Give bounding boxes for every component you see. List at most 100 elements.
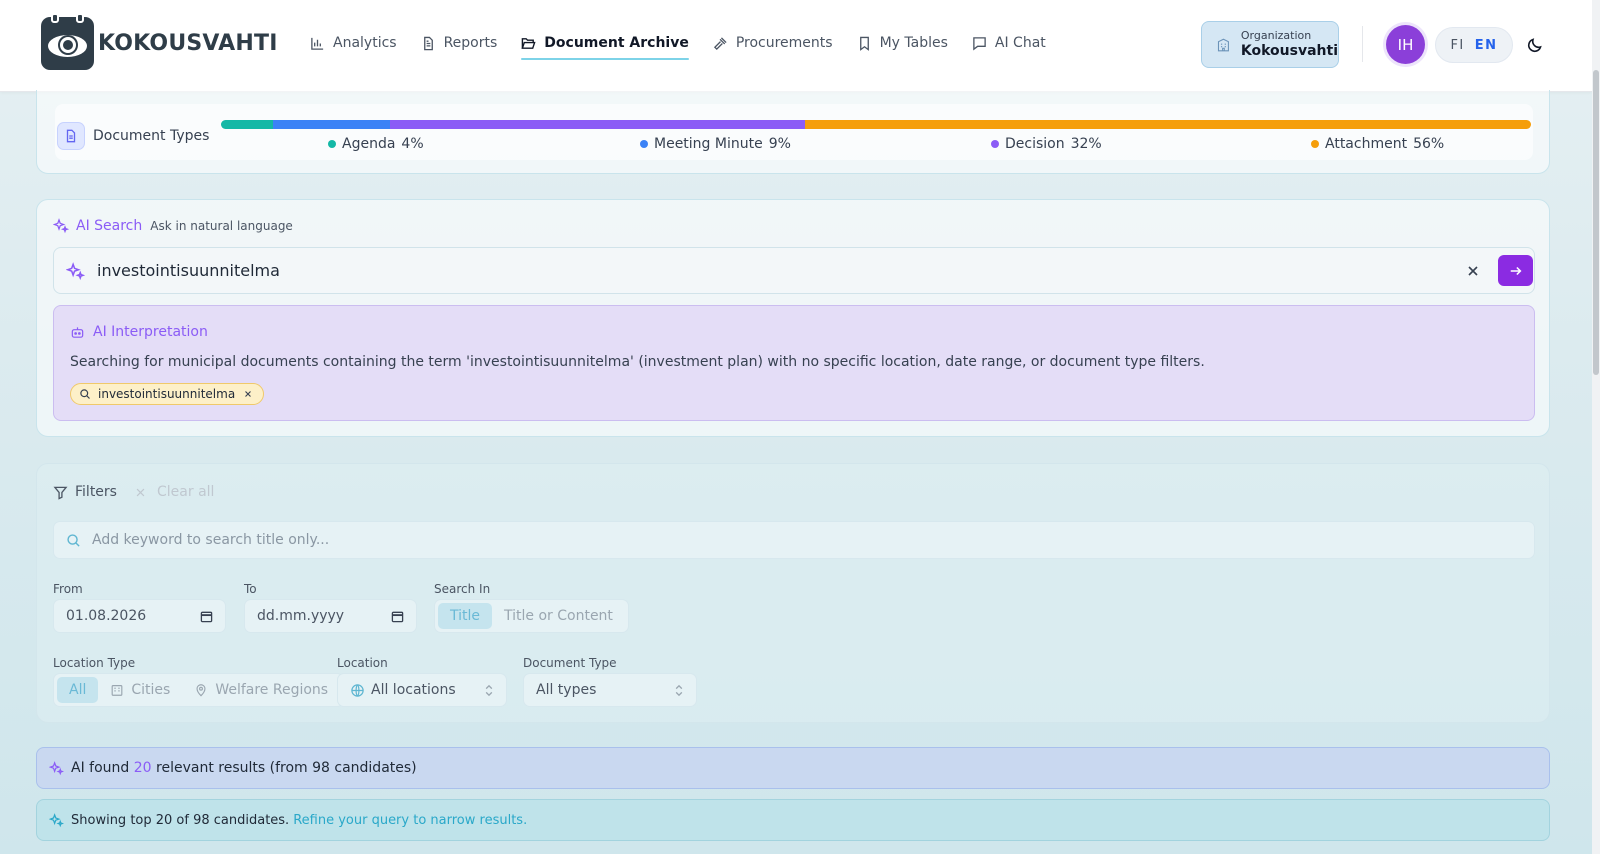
legend-pct: 4%	[401, 136, 424, 152]
nav-procurements[interactable]: Procurements	[713, 30, 833, 56]
legend-pct: 9%	[768, 136, 791, 152]
to-label: To	[244, 582, 257, 596]
submit-search-button[interactable]	[1498, 255, 1533, 286]
bar-segment-agenda	[221, 120, 273, 129]
app-logo[interactable]: KOKOUSVAHTI	[41, 13, 278, 70]
keyword-input[interactable]	[92, 522, 1512, 558]
building-icon	[1217, 38, 1229, 51]
sparkles-icon	[49, 812, 64, 827]
nav-label: Reports	[443, 35, 498, 51]
nav-reports[interactable]: Reports	[421, 30, 498, 56]
results-suffix: relevant results (from 98 candidates)	[156, 760, 417, 776]
document-type-label: Document Type	[523, 656, 617, 670]
ai-search-title: AI Search	[76, 218, 143, 234]
user-avatar[interactable]: IH	[1386, 25, 1425, 64]
results-prefix: AI found	[71, 760, 130, 776]
candidates-banner: Showing top 20 of 98 candidates. Refine …	[36, 799, 1550, 841]
nav-label: Document Archive	[544, 35, 689, 51]
calendar-icon[interactable]	[200, 610, 213, 623]
legend-dot	[328, 140, 336, 148]
location-value: All locations	[371, 682, 456, 698]
refine-query-link[interactable]: Refine your query to narrow results.	[293, 813, 527, 828]
location-type-toggle: All Cities Welfare Regions	[53, 673, 345, 707]
nav-document-archive[interactable]: Document Archive	[521, 30, 689, 60]
app-name: KOKOUSVAHTI	[98, 31, 278, 56]
filters-card: Filters Clear all From 01.08.2026 To dd.…	[36, 463, 1550, 723]
legend-name: Attachment	[1325, 136, 1408, 152]
page-scrollbar[interactable]	[1592, 0, 1600, 854]
option-label: All	[69, 682, 87, 698]
to-date-input[interactable]: dd.mm.yyyy	[244, 599, 417, 633]
sparkles-icon	[49, 760, 64, 775]
legend-decision: Decision 32%	[991, 136, 1102, 152]
document-type-select[interactable]: All types	[523, 673, 697, 707]
nav-label: Analytics	[333, 35, 397, 51]
filters-title: Filters	[75, 484, 117, 500]
location-type-all[interactable]: All	[57, 677, 99, 703]
legend-name: Decision	[1005, 136, 1065, 152]
clear-search-icon[interactable]	[1465, 263, 1481, 279]
ai-results-banner: AI found 20 relevant results (from 98 ca…	[36, 747, 1550, 789]
organization-switcher[interactable]: Organization Kokousvahti	[1201, 21, 1339, 68]
clear-all-button[interactable]: Clear all	[135, 484, 214, 500]
logo-eye-icon	[41, 13, 94, 70]
chevron-up-down-icon	[675, 684, 683, 697]
legend-pct: 56%	[1413, 136, 1445, 152]
ai-search-input[interactable]: investointisuunnitelma	[53, 247, 1535, 294]
document-type-value: All types	[536, 682, 597, 698]
search-in-toggle: Title Title or Content	[434, 599, 629, 633]
robot-icon	[71, 326, 84, 338]
document-icon	[423, 36, 433, 50]
sparkles-icon	[66, 262, 85, 281]
filter-icon	[53, 486, 68, 500]
search-in-title-or-content[interactable]: Title or Content	[492, 603, 625, 629]
location-type-cities[interactable]: Cities	[98, 677, 182, 703]
option-label: Cities	[131, 682, 171, 698]
search-term-chip[interactable]: investointisuunnitelma	[70, 383, 265, 405]
legend-name: Agenda	[342, 136, 396, 152]
from-date-value: 01.08.2026	[66, 608, 147, 624]
map-pin-icon	[196, 684, 206, 697]
legend-dot	[991, 140, 999, 148]
organization-label: Organization	[1240, 29, 1312, 42]
nav-label: AI Chat	[994, 35, 1046, 51]
sparkles-icon	[53, 218, 69, 234]
chip-label: investointisuunnitelma	[98, 387, 236, 401]
bar-segment-meeting-minute	[272, 120, 390, 129]
bar-segment-attachment	[804, 120, 1531, 129]
nav-ai-chat[interactable]: AI Chat	[972, 30, 1046, 56]
nav-my-tables[interactable]: My Tables	[857, 30, 948, 56]
location-type-label: Location Type	[53, 656, 136, 670]
ai-interpretation-header: AI Interpretation	[70, 324, 208, 340]
ai-interpretation-text: Searching for municipal documents contai…	[70, 354, 1205, 370]
legend-dot	[1311, 140, 1319, 148]
legend-attachment: Attachment 56%	[1311, 136, 1444, 152]
bar-chart-icon	[311, 37, 324, 50]
remove-chip-icon[interactable]	[243, 389, 253, 399]
arrow-right-icon	[1510, 266, 1521, 275]
results-count: 20	[133, 760, 152, 776]
search-icon	[67, 534, 80, 547]
language-toggle[interactable]: FI EN	[1435, 27, 1513, 63]
top-header: KOKOUSVAHTI Analytics Reports Document A…	[0, 0, 1592, 92]
header-divider	[1362, 26, 1363, 62]
nav-label: My Tables	[879, 35, 948, 51]
location-type-welfare-regions[interactable]: Welfare Regions	[182, 677, 340, 703]
from-label: From	[53, 582, 83, 596]
legend-dot	[640, 140, 648, 148]
building-icon	[111, 685, 123, 696]
to-date-value: dd.mm.yyyy	[257, 608, 345, 624]
close-icon	[136, 488, 145, 496]
scrollbar-thumb[interactable]	[1593, 70, 1599, 375]
location-select[interactable]: All locations	[337, 673, 507, 707]
nav-analytics[interactable]: Analytics	[310, 30, 397, 56]
search-in-title[interactable]: Title	[438, 603, 493, 629]
lang-fi[interactable]: FI	[1450, 38, 1464, 53]
lang-en[interactable]: EN	[1475, 38, 1498, 53]
moon-icon[interactable]	[1526, 36, 1544, 54]
from-date-input[interactable]: 01.08.2026	[53, 599, 226, 633]
ai-search-query[interactable]: investointisuunnitelma	[97, 261, 280, 280]
keyword-search-field[interactable]	[53, 521, 1535, 559]
calendar-icon[interactable]	[391, 610, 404, 623]
gavel-icon	[713, 36, 727, 50]
